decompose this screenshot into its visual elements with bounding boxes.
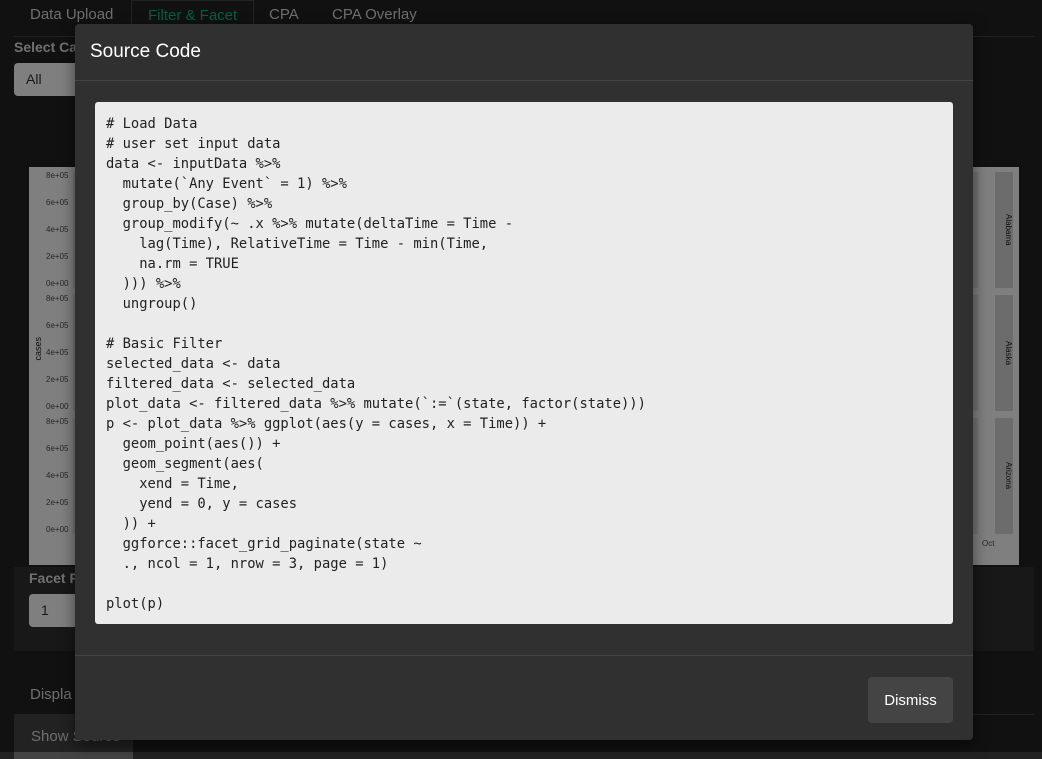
modal-header: Source Code <box>75 24 973 81</box>
code-line: geom_segment(aes( <box>106 456 264 472</box>
source-code-block: # Load Data # user set input data data <- … <box>95 102 953 624</box>
code-line: group_by(Case) %>% <box>106 196 273 212</box>
code-line: ungroup() <box>106 296 198 312</box>
code-line: plot(p) <box>106 596 165 612</box>
code-line: ggforce::facet_grid_paginate(state ~ <box>106 536 422 552</box>
code-line: lag(Time), RelativeTime = Time - min(Tim… <box>106 236 489 252</box>
source-code-modal: Source Code # Load Data # user set input … <box>75 24 973 740</box>
code-line: selected_data <- data <box>106 356 281 372</box>
code-line: group_modify(~ .x %>% mutate(deltaTime =… <box>106 216 514 232</box>
code-line: )) + <box>106 516 156 532</box>
code-line: mutate(`Any Event` = 1) %>% <box>106 176 347 192</box>
code-line: # Basic Filter <box>106 336 223 352</box>
code-line: plot_data <- filtered_data %>% mutate(`:… <box>106 396 646 412</box>
code-line: filtered_data <- selected_data <box>106 376 356 392</box>
code-line: yend = 0, y = cases <box>106 496 298 512</box>
code-line: # user set input data <box>106 136 281 152</box>
code-line: ))) %>% <box>106 276 181 292</box>
code-line: data <- inputData %>% <box>106 156 281 172</box>
code-line: geom_point(aes()) + <box>106 436 281 452</box>
modal-footer: Dismiss <box>75 655 973 741</box>
dismiss-button[interactable]: Dismiss <box>868 677 953 723</box>
code-line: # Load Data <box>106 116 198 132</box>
code-line: na.rm = TRUE <box>106 256 239 272</box>
code-line: p <- plot_data %>% ggplot(aes(y = cases,… <box>106 416 547 432</box>
modal-title: Source Code <box>90 41 201 62</box>
code-line: ., ncol = 1, nrow = 3, page = 1) <box>106 556 389 572</box>
code-line: xend = Time, <box>106 476 239 492</box>
